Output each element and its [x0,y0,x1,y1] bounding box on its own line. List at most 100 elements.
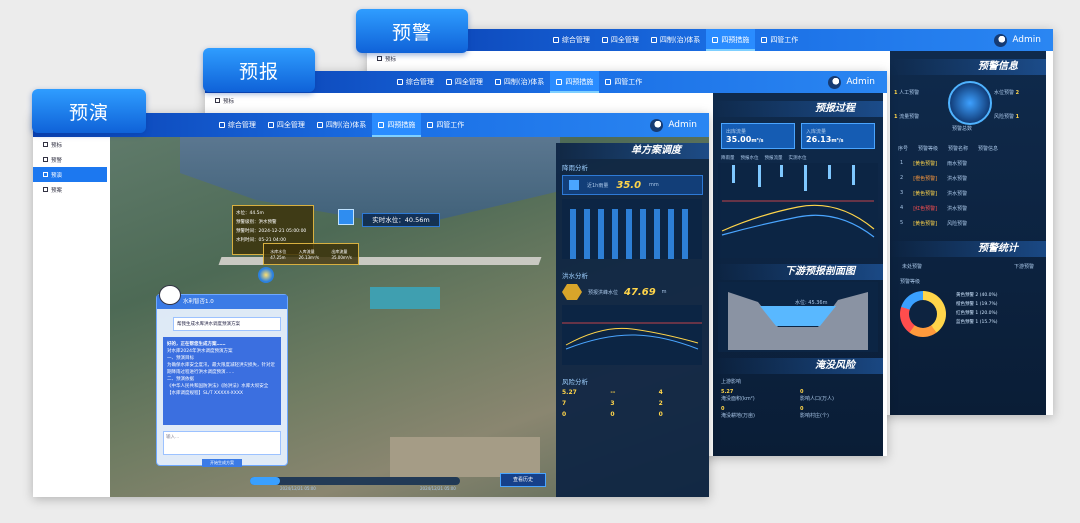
nav-icon [601,37,608,43]
station-marker-icon[interactable] [338,209,354,225]
robot-icon [159,285,181,305]
panel-title: 预报过程 [713,101,883,117]
nav-icon [712,37,719,43]
nav-item-1[interactable]: 四全管理 [596,29,645,51]
sidebar-item[interactable]: 预标 [367,51,447,66]
donut-legend: 黄色预警 2 (40.0%) 橙色预警 1 (19.7%) 红色预警 1 (20.0… [956,293,998,325]
in-flow-card: 入库流量 26.13m³/s [801,123,875,149]
risk-title: 风险分析 [562,378,588,386]
timeline-progress [250,477,280,485]
rain-title: 降雨分析 [562,164,588,172]
doc-icon [215,98,220,103]
chat-input[interactable]: 输入... [163,431,281,455]
panel-title: 预警信息 [890,59,1046,75]
nav-icon [445,79,452,85]
ai-chat-panel: 水利智否1.0 帮我生成水库洪水调度预演方案 好的，正在帮您生成方案…… 对水库… [156,285,288,467]
nav-item-0[interactable]: 综合管理 [213,113,262,137]
dispatch-panel: 单方案调度 降雨分析 近1h雨量 35.0 mm 洪水分析 预报洪峰水位 47.… [556,143,709,497]
nav-icon [552,37,559,43]
doc-icon [43,157,48,162]
count-item: 风险预警 1 [994,114,1020,120]
sidebar-item-yuyan[interactable]: 预演 [33,167,107,182]
nav-item-0[interactable]: 综合管理 [391,71,440,93]
risk-grid: 5.27 淹没面积(km²) 0 影响人口(万人) 0 淹没耕地(万亩) 0 影响村庄(… [721,389,834,419]
avatar [994,33,1008,47]
forecast-chart [718,163,878,258]
table-row[interactable]: 1 [黄色预警] 雨水预警 [890,156,1046,171]
sidebar-item[interactable]: 预标 [205,93,283,108]
nav-item-4[interactable]: 四管工作 [599,71,648,93]
nav-item-0[interactable]: 综合管理 [547,29,596,51]
table-row[interactable]: 2 [橙色预警] 洪水预警 [890,171,1046,186]
gear-icon [761,37,768,43]
nav-icon [218,122,225,128]
station-pin-icon[interactable] [258,267,274,283]
nav-icon [494,79,501,85]
center-label: 预警总数 [952,126,973,132]
nav-item-1[interactable]: 四全管理 [262,113,311,137]
flow-cards: 出库流量 35.00m³/s 入库流量 26.13m³/s [713,117,883,155]
nav-item-4[interactable]: 四管工作 [421,113,470,137]
flood-chart [562,305,702,365]
nav-item-2[interactable]: 四制(治)体系 [645,29,706,51]
flood-icon [562,284,582,300]
avatar [828,75,842,89]
doc-icon [43,187,48,192]
risk-grid: 5.27 -- 4 732 000 [562,389,663,418]
top-nav: 综合管理 四全管理 四制(治)体系 四预措施 四管工作 [547,29,804,51]
field [390,437,540,477]
donut-chart [900,291,946,337]
warning-total-icon [948,81,992,125]
profile-title: 下游预报剖面图 [713,264,883,280]
pool [370,287,440,309]
stat-level-label: 预警等级 [900,279,921,285]
user-menu[interactable]: Admin [828,75,875,89]
nav-item-3[interactable]: 四预措施 [372,113,422,137]
table-row[interactable]: 5 [黄色预警] 风险预警 [890,216,1046,231]
risk-title: 淹没风险 [713,358,883,374]
user-menu[interactable]: Admin [994,33,1041,47]
nav-icon [378,122,385,128]
chart-legend: 降雨量 预报水位 预报流量 实测水位 [721,156,807,161]
sidebar-item-yubiao[interactable]: 预标 [33,137,107,152]
chat-question: 帮我生成水库洪水调度预演方案 [173,317,281,331]
nav-item-1[interactable]: 四全管理 [440,71,489,93]
top-nav: 综合管理 四全管理 四制(治)体系 四预措施 四管工作 [213,113,470,137]
sidebar: 预标 预警 预演 预案 [33,137,107,497]
rain-icon [569,180,579,190]
chat-answer: 好的，正在帮您生成方案…… 对水库2024年洪水调度预演方案 一、预演目标 为确保水… [163,337,281,425]
timeline-end: 2024/12/21 05:00 [420,486,456,491]
rain-card: 近1h雨量 35.0 mm [562,175,703,195]
avatar [650,118,664,132]
nav-item-2[interactable]: 四制(治)体系 [489,71,550,93]
rain-chart [562,199,702,259]
user-menu[interactable]: Admin [650,118,697,132]
nav-item-2[interactable]: 四制(治)体系 [311,113,372,137]
count-item: 1 人工预警 [894,90,920,96]
table-row[interactable]: 3 [黄色预警] 洪水预警 [890,186,1046,201]
nav-item-3[interactable]: 四预措施 [706,29,756,51]
sidebar-item-yuan[interactable]: 预案 [33,182,107,197]
warning-table: 1 [黄色预警] 雨水预警 2 [橙色预警] 洪水预警 3 [黄色预警] 洪水预警 4 [红色… [890,156,1046,231]
tab-yubao[interactable]: 预报 [203,48,315,92]
nav-icon [316,122,323,128]
nav-icon [267,122,274,128]
stats-row: 未处预警 下游预警 [902,264,1034,270]
profile-chart [718,282,878,352]
tab-yuyan[interactable]: 预演 [32,89,146,133]
count-item: 1 流量预警 [894,114,920,120]
nav-icon [556,79,563,85]
generate-button[interactable]: 开始生成方案 [202,459,242,467]
sidebar-item-yujing[interactable]: 预警 [33,152,107,167]
window-yuyan: 综合管理 四全管理 四制(治)体系 四预措施 四管工作 Admin 预标 预警 … [33,113,709,497]
timeline-slider[interactable] [250,477,460,485]
gear-icon [605,79,612,85]
nav-item-4[interactable]: 四管工作 [755,29,804,51]
realtime-water-level: 实时水位：40.56m [362,213,440,227]
tab-yujing[interactable]: 预警 [356,9,468,53]
count-item: 水位预警 2 [994,90,1020,96]
nav-item-3[interactable]: 四预措施 [550,71,600,93]
panel-title: 单方案调度 [556,143,709,159]
table-row[interactable]: 4 [红色预警] 洪水预警 [890,201,1046,216]
history-button[interactable]: 查看历史 [500,473,546,487]
